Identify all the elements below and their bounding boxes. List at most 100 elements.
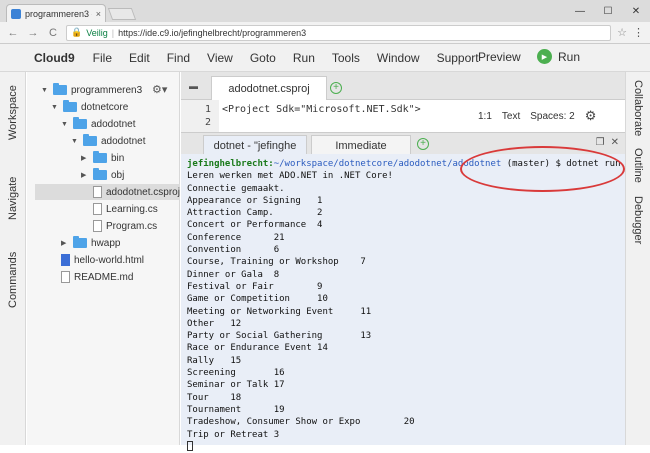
cursor-position[interactable]: 1:1 — [478, 111, 492, 122]
chevron-down-icon[interactable]: ▼ — [51, 104, 59, 111]
menu-support[interactable]: Support — [437, 51, 479, 65]
chevron-right-icon[interactable]: ▶ — [81, 171, 89, 179]
run-button[interactable]: ▶ Run — [537, 49, 580, 64]
menu-view[interactable]: View — [207, 51, 233, 65]
html-file-icon — [61, 254, 70, 266]
browser-toolbar: ← → C 🔒 Veilig | https://ide.c9.io/jefin… — [0, 22, 650, 44]
cloud9-brand[interactable]: Cloud9 — [34, 51, 75, 65]
tree-item-program-cs[interactable]: Program.cs — [93, 218, 157, 234]
tab-terminal[interactable]: dotnet - "jefinghe — [203, 135, 307, 155]
preview-button[interactable]: Preview — [478, 50, 521, 64]
rail-tab-collaborate[interactable]: Collaborate — [632, 80, 644, 136]
cloud9-favicon-icon — [11, 8, 21, 19]
tree-item-dotnetcore[interactable]: ▼ dotnetcore — [51, 99, 128, 115]
terminal-output-line: Party or Social Gathering 13 — [187, 331, 372, 342]
terminal-output-line: Race or Endurance Event 14 — [187, 343, 328, 354]
chevron-right-icon[interactable]: ▶ — [61, 239, 69, 247]
add-tab-icon[interactable]: + — [330, 82, 342, 94]
browser-tab[interactable]: programmeren3 - Cloud9 × — [6, 4, 106, 22]
reload-button[interactable]: C — [46, 27, 60, 39]
bookmark-star-icon[interactable]: ☆ — [617, 26, 627, 39]
rail-tab-workspace[interactable]: Workspace — [7, 85, 19, 140]
terminal-output-line: Concert or Performance 4 — [187, 220, 323, 231]
tree-item-adodotnet-inner[interactable]: ▼ adodotnet — [71, 133, 146, 149]
tab-list-menu-icon[interactable]: ▬ — [189, 81, 198, 91]
chevron-down-icon[interactable]: ▼ — [61, 121, 69, 128]
tab-immediate[interactable]: Immediate — [311, 135, 411, 155]
tree-item-label: bin — [111, 152, 125, 164]
prompt-command: (master) $ dotnet run — [501, 159, 621, 169]
gear-icon[interactable]: ⚙▾ — [152, 83, 167, 96]
folder-icon — [63, 100, 77, 112]
tree-item-adodotnet-csproj[interactable]: adodotnet.csproj — [35, 184, 180, 200]
close-icon[interactable]: ✕ — [611, 137, 619, 148]
terminal-output-line: Tournament 19 — [187, 404, 285, 415]
folder-icon — [93, 168, 107, 180]
maximize-button[interactable]: ☐ — [594, 0, 622, 22]
terminal-output-line: Dinner or Gala 8 — [187, 269, 280, 280]
menu-file[interactable]: File — [93, 51, 112, 65]
menu-tools[interactable]: Tools — [332, 51, 360, 65]
terminal-output[interactable]: jefinghelbrecht:~/workspace/dotnetcore/a… — [181, 154, 625, 452]
terminal-output-line: Meeting or Networking Event 11 — [187, 306, 372, 317]
menu-run[interactable]: Run — [293, 51, 315, 65]
file-icon — [61, 271, 70, 283]
browser-menu-icon[interactable]: ⋮ — [633, 26, 644, 39]
tree-item-label: adodotnet.csproj — [106, 186, 180, 198]
tree-item-label: obj — [111, 169, 125, 181]
chevron-down-icon[interactable]: ▼ — [71, 138, 79, 145]
tree-item-hwapp[interactable]: ▶ hwapp — [61, 235, 120, 251]
window-controls: — ☐ ✕ — [566, 0, 650, 22]
menu-edit[interactable]: Edit — [129, 51, 150, 65]
close-icon[interactable]: × — [96, 9, 101, 19]
tree-item-hello-world-html[interactable]: hello-world.html — [61, 252, 144, 268]
panel-controls: ❐ ✕ — [596, 137, 619, 148]
tree-item-learning-cs[interactable]: Learning.cs — [93, 201, 158, 217]
terminal-output-line: Other 12 — [187, 318, 242, 329]
new-tab-button[interactable] — [107, 8, 137, 20]
back-button[interactable]: ← — [6, 27, 20, 39]
rail-tab-debugger[interactable]: Debugger — [632, 196, 644, 244]
menu-window[interactable]: Window — [377, 51, 420, 65]
tree-item-label: hello-world.html — [74, 254, 145, 266]
chevron-down-icon[interactable]: ▼ — [41, 87, 49, 94]
syntax-mode[interactable]: Text — [502, 111, 520, 122]
add-panel-tab-icon[interactable]: + — [417, 138, 429, 150]
browser-tab-title: programmeren3 - Cloud9 — [25, 8, 92, 19]
rail-tab-outline[interactable]: Outline — [632, 148, 644, 183]
minimize-button[interactable]: — — [566, 0, 594, 22]
tree-item-programmeren3[interactable]: ▼ programmeren3 — [41, 82, 142, 98]
menu-goto[interactable]: Goto — [250, 51, 276, 65]
indent-setting[interactable]: Spaces: 2 — [530, 111, 574, 122]
gear-icon[interactable]: ⚙ — [585, 108, 597, 124]
address-bar[interactable]: 🔒 Veilig | https://ide.c9.io/jefinghelbr… — [66, 24, 612, 41]
tree-item-bin[interactable]: ▶ bin — [81, 150, 124, 166]
tree-item-label: Learning.cs — [106, 203, 158, 215]
tab-adodotnet-csproj[interactable]: adodotnet.csproj — [211, 76, 327, 100]
tree-item-obj[interactable]: ▶ obj — [81, 167, 124, 183]
rail-tab-navigate[interactable]: Navigate — [7, 177, 19, 220]
forward-button[interactable]: → — [26, 27, 40, 39]
left-panel-rail: Workspace Navigate Commands — [0, 72, 26, 445]
menu-find[interactable]: Find — [167, 51, 190, 65]
tree-item-label: dotnetcore — [81, 101, 129, 113]
terminal-output-line: Conference 21 — [187, 232, 285, 243]
chevron-right-icon[interactable]: ▶ — [81, 154, 89, 162]
terminal-output-line: Course, Training or Workshop 7 — [187, 257, 366, 268]
close-window-button[interactable]: ✕ — [622, 0, 650, 22]
tree-item-label: hwapp — [91, 237, 121, 249]
terminal-output-line: Tour 18 — [187, 392, 242, 403]
restore-panel-icon[interactable]: ❐ — [596, 137, 605, 148]
line-number: 2 — [204, 117, 211, 128]
terminal-tab-label: dotnet - "jefinghe — [213, 139, 297, 152]
line-gutter: 1 2 — [181, 100, 219, 132]
tree-item-readme-md[interactable]: README.md — [61, 269, 133, 285]
url-text: https://ide.c9.io/jefinghelbrecht/progra… — [118, 27, 307, 38]
tree-item-adodotnet[interactable]: ▼ adodotnet — [61, 116, 136, 132]
file-icon — [93, 203, 102, 215]
rail-tab-commands[interactable]: Commands — [7, 252, 19, 308]
browser-tabstrip: programmeren3 - Cloud9 × — ☐ ✕ — [0, 0, 650, 22]
terminal-output-line: Screening 16 — [187, 368, 285, 379]
tree-item-label: adodotnet — [91, 118, 136, 130]
terminal-output-line: Tradeshow, Consumer Show or Expo 20 — [187, 417, 415, 428]
